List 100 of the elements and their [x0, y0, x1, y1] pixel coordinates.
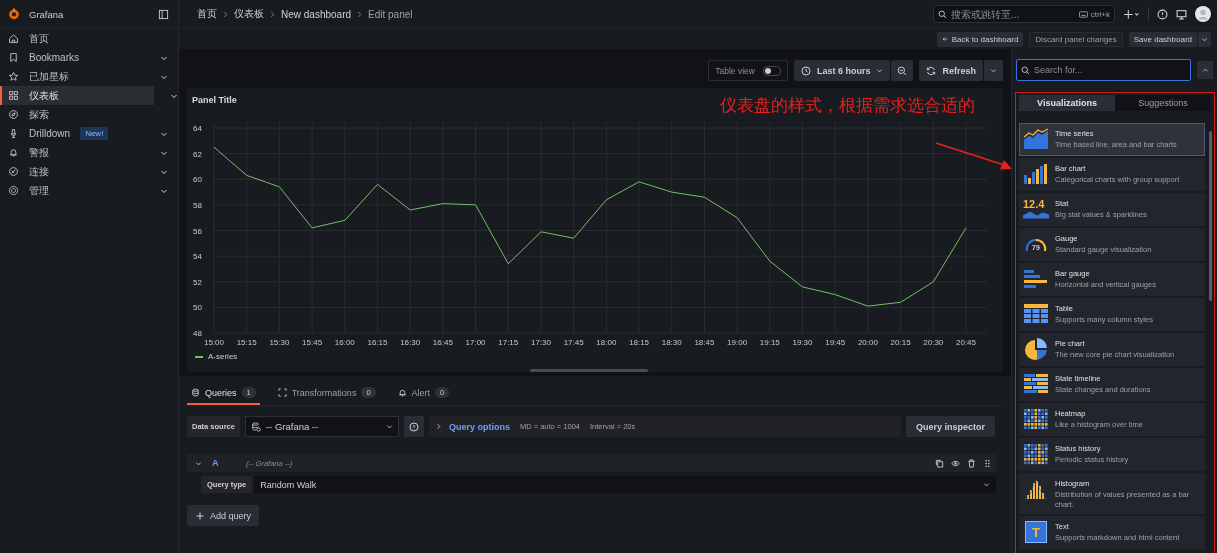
x-axis-label: 15:30 [269, 338, 290, 347]
x-axis-label: 16:45 [432, 338, 453, 347]
clock-icon [800, 65, 811, 76]
chevron-right-icon [434, 423, 442, 430]
breadcrumb[interactable]: New dashboard [281, 8, 352, 20]
y-axis-label: 54 [193, 252, 202, 262]
bell-icon [8, 147, 19, 158]
collapse-icon[interactable] [195, 459, 202, 467]
grid-icon [8, 90, 19, 101]
nav-item[interactable]: Bookmarks [0, 48, 178, 67]
grafana-logo-icon [7, 7, 21, 21]
microphone-icon [8, 128, 19, 139]
arrow-left-icon [941, 36, 948, 42]
nav-item[interactable]: 警报 [0, 143, 178, 162]
chevron-right-icon [270, 10, 275, 18]
nav-item[interactable]: 管理 [0, 181, 178, 200]
avatar-icon[interactable] [1195, 6, 1211, 22]
save-options-button[interactable] [1198, 31, 1211, 47]
x-axis-label: 15:00 [204, 338, 224, 347]
chevron-down-icon [990, 67, 997, 74]
plus-icon [195, 510, 205, 521]
search-icon [1021, 65, 1030, 75]
new-badge: New! [80, 127, 109, 140]
x-axis-label: 19:00 [727, 338, 748, 347]
database-icon [191, 388, 200, 397]
breadcrumb[interactable]: 仪表板 [234, 7, 264, 21]
pane-tab[interactable]: Visualizations [1019, 95, 1115, 111]
trash-icon[interactable] [967, 458, 976, 468]
state-timeline-icon [1023, 373, 1049, 395]
breadcrumb[interactable]: 首页 [197, 7, 217, 21]
bookmark-icon [8, 52, 19, 63]
transform-icon [277, 388, 287, 397]
breadcrumb[interactable]: Edit panel [368, 8, 413, 20]
panel-title: Panel Title [191, 94, 238, 107]
x-axis-label: 20:00 [857, 338, 878, 347]
scrollbar-thumb[interactable] [1209, 131, 1212, 301]
refresh-icon [926, 65, 937, 76]
query-name[interactable]: A [212, 458, 236, 468]
scrollbar-thumb[interactable] [530, 369, 648, 372]
help-icon [408, 421, 419, 432]
nav-item[interactable]: 探索 [0, 105, 178, 124]
nav-item[interactable]: Drilldown New! [0, 124, 178, 143]
query-options-toggle[interactable]: Query options [434, 421, 510, 432]
x-axis-label: 16:00 [334, 338, 355, 347]
database-icon [250, 421, 261, 432]
line-chart-icon [1023, 128, 1049, 150]
x-axis-label: 18:30 [661, 338, 682, 347]
y-axis-label: 56 [193, 226, 202, 236]
legend-item[interactable]: A-series [195, 352, 238, 361]
data-source-select[interactable]: -- Grafana -- [244, 416, 399, 437]
pie-chart-icon [1023, 338, 1049, 360]
annotation-text: 仪表盘的样式，根据需求选合适的 [720, 95, 975, 117]
duplicate-icon[interactable] [935, 458, 944, 468]
query-type-select[interactable]: Random Walk [254, 476, 996, 493]
bar-chart-icon [1023, 163, 1049, 185]
save-button[interactable]: Save dashboard [1128, 31, 1197, 47]
bell-icon [397, 388, 407, 397]
discard-button[interactable]: Discard panel changes [1029, 31, 1123, 47]
nav-item[interactable]: 已加星标 [0, 67, 178, 86]
back-button[interactable]: Back to dashboard [936, 31, 1024, 47]
add-query-button[interactable]: Add query [187, 505, 260, 526]
nav-item[interactable]: 连接 [0, 162, 178, 181]
x-axis-label: 19:15 [759, 338, 780, 347]
nav-item[interactable]: 首页 [0, 29, 178, 48]
x-axis-label: 17:15 [498, 338, 519, 347]
x-axis-label: 16:15 [367, 338, 388, 347]
zoom-out-button[interactable] [891, 60, 914, 81]
table-view-toggle[interactable]: Table view [708, 60, 788, 81]
x-axis-label: 17:00 [465, 338, 486, 347]
time-range-button[interactable]: Last 6 hours [793, 60, 891, 81]
y-axis-label: 48 [193, 329, 202, 338]
table-icon [1023, 303, 1049, 325]
y-axis-label: 62 [193, 149, 202, 159]
x-axis-label: 20:30 [923, 338, 944, 347]
y-axis-label: 64 [193, 124, 202, 133]
plus-icon[interactable] [1123, 8, 1140, 20]
query-inspector-button[interactable]: Query inspector [905, 416, 995, 437]
chevron-down-icon [1201, 35, 1208, 43]
search-field[interactable]: Search for... [1016, 59, 1191, 81]
pane-tab[interactable]: Suggestions [1115, 95, 1211, 111]
search-icon [938, 9, 947, 19]
x-axis-label: 19:45 [825, 338, 846, 347]
help-button[interactable] [403, 416, 424, 437]
x-axis-label: 15:45 [302, 338, 323, 347]
y-axis-label: 52 [193, 277, 202, 287]
y-axis-label: 50 [193, 303, 202, 313]
y-axis-label: 58 [193, 200, 202, 210]
shortcut-hint: ctrl+k [1090, 9, 1110, 19]
help-icon[interactable] [1157, 8, 1168, 20]
dock-menu-icon[interactable] [158, 8, 169, 20]
zoom-out-icon [897, 65, 908, 76]
refresh-button[interactable]: Refresh [919, 60, 983, 81]
x-axis-label: 17:45 [563, 338, 584, 347]
eye-icon[interactable] [951, 458, 960, 468]
monitor-icon[interactable] [1176, 8, 1187, 20]
drag-handle-icon[interactable] [983, 458, 992, 468]
histogram-icon [1023, 478, 1049, 500]
heatmap-icon [1023, 408, 1049, 430]
compass-icon [8, 109, 19, 120]
chevron-down-icon [983, 481, 990, 488]
